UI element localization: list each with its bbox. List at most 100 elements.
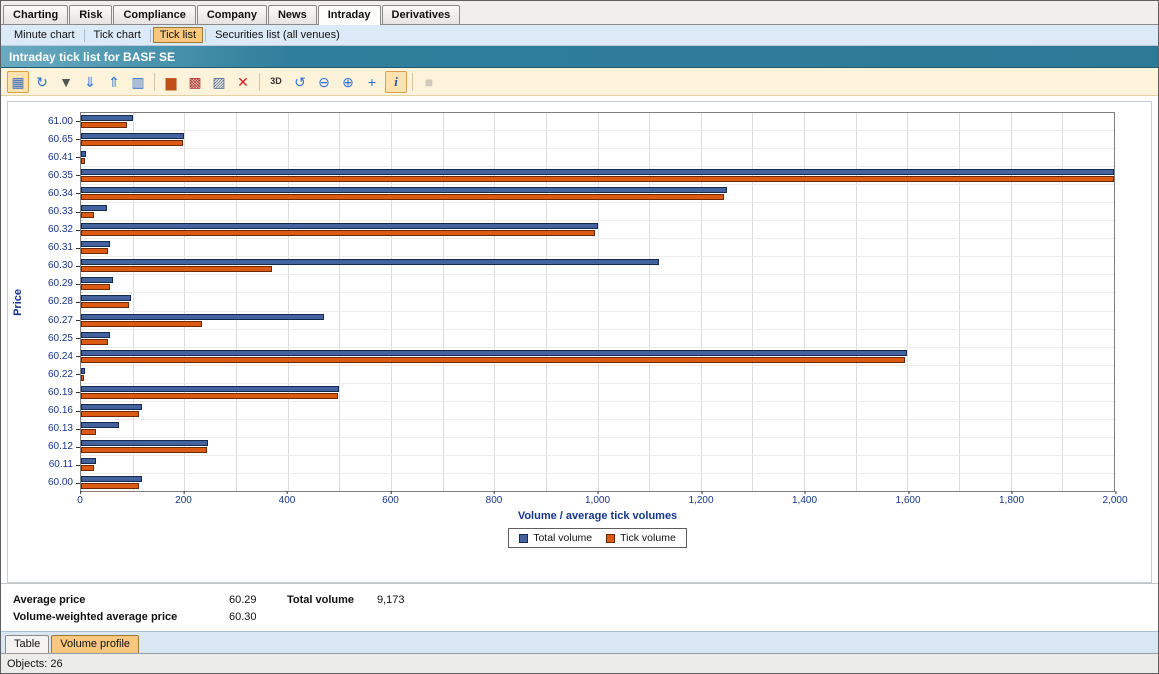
menu-tab-company[interactable]: Company (197, 5, 267, 24)
total-volume-bar[interactable] (81, 386, 339, 392)
total-volume-bar[interactable] (81, 187, 727, 193)
zoom-out-icon[interactable]: ⊖ (313, 71, 335, 93)
sort-descending-icon[interactable]: ⇓ (79, 71, 101, 93)
total-volume-bar[interactable] (81, 350, 907, 356)
bottom-tab-volume-profile[interactable]: Volume profile (51, 635, 139, 653)
y-axis-title: Price (12, 289, 24, 316)
sub-tab-tick-list[interactable]: Tick list (153, 27, 203, 43)
sub-tab-securities-list-all-venues[interactable]: Securities list (all venues) (208, 27, 347, 43)
volume-profile-chart: Price 61.0060.6560.4160.3560.3460.3360.3… (8, 112, 1151, 548)
price-row-60.65 (81, 131, 1114, 149)
sub-tab-divider (84, 29, 85, 42)
price-row-60.11 (81, 456, 1114, 474)
tick-volume-bar[interactable] (81, 194, 724, 200)
tick-volume-bar[interactable] (81, 158, 85, 164)
menu-tab-bar: ChartingRiskComplianceCompanyNewsIntrada… (1, 1, 1158, 25)
total-volume-bar[interactable] (81, 205, 107, 211)
menu-tab-compliance[interactable]: Compliance (113, 5, 195, 24)
tick-volume-bar[interactable] (81, 302, 129, 308)
stop-icon: ■ (418, 71, 440, 93)
tick-volume-bar[interactable] (81, 393, 338, 399)
total-volume-bar[interactable] (81, 295, 131, 301)
zoom-in-icon[interactable]: ⊕ (337, 71, 359, 93)
info-icon[interactable]: i (385, 71, 407, 93)
x-tick-label: 1,400 (792, 495, 817, 506)
y-axis-tick-labels: 61.0060.6560.4160.3560.3460.3360.3260.31… (28, 112, 80, 492)
total-volume-bar[interactable] (81, 422, 119, 428)
crosshair-icon[interactable]: + (361, 71, 383, 93)
y-tick-label: 61.00 (28, 112, 80, 130)
price-row-60.25 (81, 330, 1114, 348)
tick-volume-bar[interactable] (81, 212, 94, 218)
total-volume-bar[interactable] (81, 458, 96, 464)
legend-row: Total volumeTick volume (80, 522, 1115, 548)
total-volume-bar[interactable] (81, 277, 113, 283)
tick-volume-bar[interactable] (81, 248, 108, 254)
x-axis-title: Volume / average tick volumes (80, 508, 1115, 522)
rotate-icon[interactable]: ↺ (289, 71, 311, 93)
tick-volume-bar[interactable] (81, 447, 207, 453)
menu-tab-risk[interactable]: Risk (69, 5, 112, 24)
tick-volume-bar[interactable] (81, 321, 202, 327)
price-row-60.22 (81, 366, 1114, 384)
total-volume-bar[interactable] (81, 223, 598, 229)
summary-label-average-price-0: Average price (13, 594, 229, 606)
tick-volume-bar[interactable] (81, 411, 139, 417)
delete-icon[interactable]: ✕ (232, 71, 254, 93)
total-volume-bar[interactable] (81, 151, 86, 157)
tick-volume-bar[interactable] (81, 339, 108, 345)
tick-volume-bar[interactable] (81, 483, 139, 489)
bottom-tab-table[interactable]: Table (5, 635, 49, 653)
y-tick-label: 60.13 (28, 420, 80, 438)
tick-volume-bar[interactable] (81, 375, 84, 381)
statistics-icon[interactable]: ▥ (127, 71, 149, 93)
tick-volume-bar[interactable] (81, 122, 127, 128)
total-volume-bar[interactable] (81, 314, 324, 320)
export-image-icon[interactable]: ▨ (208, 71, 230, 93)
summary-value-average-price-3: 9,173 (377, 594, 1158, 606)
menu-tab-news[interactable]: News (268, 5, 317, 24)
tick-volume-bar[interactable] (81, 266, 272, 272)
x-tick-label: 800 (486, 495, 503, 506)
status-bar: Objects: 26 (1, 653, 1158, 673)
total-volume-bar[interactable] (81, 241, 110, 247)
total-volume-bar[interactable] (81, 404, 142, 410)
y-tick-label: 60.29 (28, 275, 80, 293)
refresh-icon[interactable]: ↻ (31, 71, 53, 93)
sub-tab-minute-chart[interactable]: Minute chart (7, 27, 82, 43)
filter-icon[interactable]: ▼ (55, 71, 77, 93)
menu-tab-intraday[interactable]: Intraday (318, 5, 381, 25)
bar-chart-icon[interactable]: ▆ (160, 71, 182, 93)
sub-tab-divider (205, 29, 206, 42)
sub-tab-bar: Minute chart Tick chart Tick list Securitie… (1, 25, 1158, 46)
total-volume-bar[interactable] (81, 169, 1114, 175)
tick-volume-bar[interactable] (81, 357, 905, 363)
summary-value-volume-weighted-average-price-1: 60.30 (229, 611, 287, 623)
total-volume-bar[interactable] (81, 115, 133, 121)
price-row-60.29 (81, 275, 1114, 293)
total-volume-bar[interactable] (81, 259, 659, 265)
menu-tab-charting[interactable]: Charting (3, 5, 68, 24)
application-window: ChartingRiskComplianceCompanyNewsIntrada… (0, 0, 1159, 674)
tick-volume-bar[interactable] (81, 465, 94, 471)
total-volume-bar[interactable] (81, 332, 110, 338)
total-volume-bar[interactable] (81, 368, 85, 374)
price-row-60.35 (81, 167, 1114, 185)
menu-tab-derivatives[interactable]: Derivatives (382, 5, 461, 24)
remove-chart-icon[interactable]: ▩ (184, 71, 206, 93)
price-row-60.19 (81, 384, 1114, 402)
plot-right-margin (1115, 112, 1151, 492)
total-volume-bar[interactable] (81, 440, 208, 446)
tick-volume-bar[interactable] (81, 284, 110, 290)
3d-icon[interactable]: 3D (265, 71, 287, 93)
tick-volume-bar[interactable] (81, 429, 96, 435)
tick-volume-bar[interactable] (81, 140, 183, 146)
chart-gallery-icon[interactable]: ▦ (7, 71, 29, 93)
total-volume-bar[interactable] (81, 476, 142, 482)
tick-volume-bar[interactable] (81, 230, 595, 236)
sort-ascending-icon[interactable]: ⇑ (103, 71, 125, 93)
total-volume-bar[interactable] (81, 133, 184, 139)
chart-toolbar: ▦↻▼⇓⇑▥ ▆▩▨✕ 3D↺⊖⊕+i ■ (1, 68, 1158, 96)
tick-volume-bar[interactable] (81, 176, 1114, 182)
sub-tab-tick-chart[interactable]: Tick chart (87, 27, 148, 43)
